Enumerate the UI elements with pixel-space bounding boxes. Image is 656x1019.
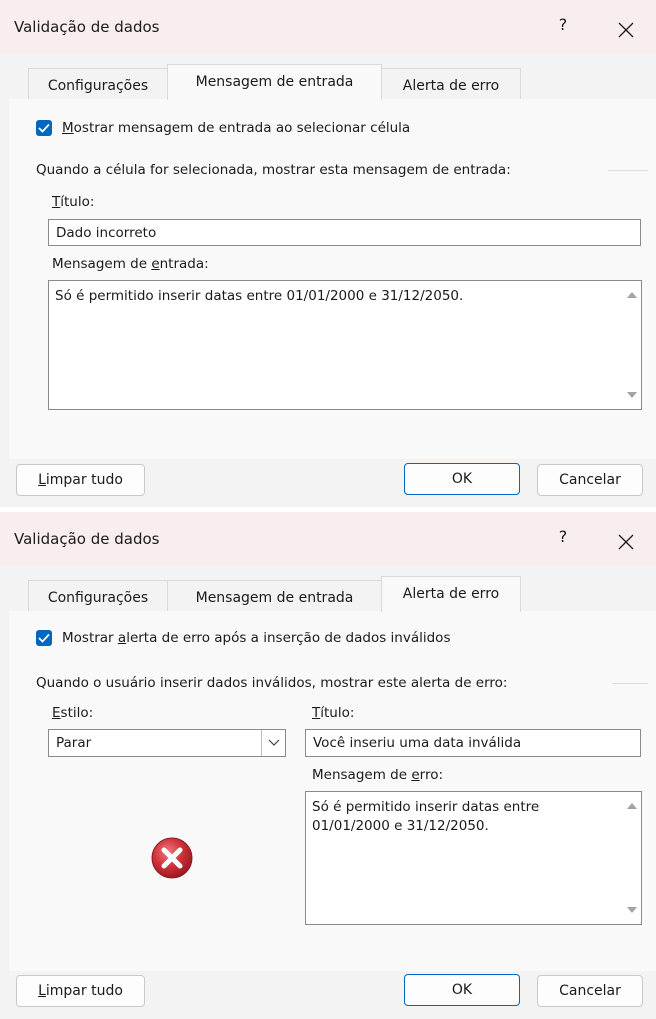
dialog-title: Validação de dados <box>14 530 160 548</box>
chevron-down-icon[interactable] <box>261 730 285 756</box>
scrollbar[interactable] <box>623 793 640 923</box>
tab-configuracoes[interactable]: Configurações <box>28 580 168 611</box>
ok-button[interactable]: OK <box>404 463 520 495</box>
scroll-up-icon[interactable] <box>627 803 637 809</box>
titulo-label: Título: <box>312 705 355 721</box>
tab-mensagem-de-entrada[interactable]: Mensagem de entrada <box>167 580 382 611</box>
show-error-alert-label[interactable]: Mostrar alerta de erro após a inserção d… <box>62 630 450 646</box>
cancel-button[interactable]: Cancelar <box>537 975 643 1007</box>
show-error-alert-checkbox[interactable] <box>36 630 52 646</box>
data-validation-dialog-error-alert: Validação de dados ? Configurações Mensa… <box>0 512 656 1019</box>
show-input-message-checkbox[interactable] <box>36 120 52 136</box>
section-heading: Quando a célula for selecionada, mostrar… <box>36 162 511 178</box>
data-validation-dialog-input-message: Validação de dados ? Configurações Mensa… <box>0 0 656 507</box>
titulo-label: Título: <box>52 194 95 210</box>
tab-configuracoes[interactable]: Configurações <box>28 68 168 99</box>
title-bar: Validação de dados ? <box>0 0 656 54</box>
error-stop-icon <box>151 837 193 879</box>
scrollbar[interactable] <box>623 282 640 408</box>
mensagem-label: Mensagem de erro: <box>312 767 443 783</box>
cancel-button[interactable]: Cancelar <box>537 464 643 496</box>
help-button[interactable]: ? <box>556 15 570 34</box>
tab-mensagem-de-entrada[interactable]: Mensagem de entrada <box>167 64 382 100</box>
tab-alerta-de-erro[interactable]: Alerta de erro <box>381 68 521 99</box>
estilo-label: Estilo: <box>52 705 94 721</box>
scroll-up-icon[interactable] <box>627 292 637 298</box>
titulo-input[interactable]: Dado incorreto <box>48 219 641 246</box>
tab-alerta-de-erro[interactable]: Alerta de erro <box>381 576 521 612</box>
title-bar: Validação de dados ? <box>0 512 656 566</box>
titulo-input[interactable]: Você inseriu uma data inválida <box>305 729 641 757</box>
close-icon[interactable] <box>617 533 635 551</box>
clear-all-button[interactable]: Limpar tudo <box>16 975 145 1007</box>
mensagem-textarea[interactable]: Só é permitido inserir datas entre 01/01… <box>48 280 642 410</box>
close-icon[interactable] <box>617 21 635 39</box>
show-input-message-label[interactable]: Mostrar mensagem de entrada ao seleciona… <box>62 120 410 136</box>
help-button[interactable]: ? <box>556 527 570 546</box>
section-heading: Quando o usuário inserir dados inválidos… <box>36 675 508 691</box>
section-divider <box>612 683 648 684</box>
scroll-down-icon[interactable] <box>627 907 637 913</box>
ok-button[interactable]: OK <box>404 974 520 1006</box>
mensagem-label: Mensagem de entrada: <box>52 256 209 272</box>
scroll-down-icon[interactable] <box>627 392 637 398</box>
clear-all-button[interactable]: Limpar tudo <box>16 464 145 496</box>
section-divider <box>608 170 648 171</box>
dialog-title: Validação de dados <box>14 18 160 36</box>
mensagem-textarea[interactable]: Só é permitido inserir datas entre 01/01… <box>305 791 642 925</box>
estilo-select[interactable]: Parar <box>48 729 286 757</box>
